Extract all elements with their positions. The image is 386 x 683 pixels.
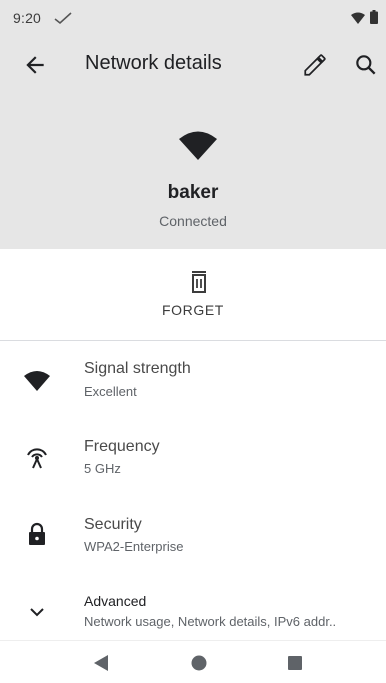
list-item-advanced[interactable]: Advanced Network usage, Network details,…	[0, 576, 386, 640]
list-item-signal-strength[interactable]: Signal strength Excellent	[0, 341, 386, 419]
forget-button[interactable]: FORGET	[0, 249, 386, 341]
wifi-icon	[351, 12, 365, 24]
pencil-icon[interactable]	[302, 52, 328, 78]
lock-icon	[29, 522, 45, 545]
wifi-signal-icon	[24, 371, 50, 391]
chevron-down-icon	[30, 608, 44, 617]
navigation-bar	[0, 641, 386, 683]
check-icon	[54, 12, 72, 25]
page-title: Network details	[85, 52, 222, 74]
screen: 9:20 Network details baker Connected FOR…	[0, 0, 386, 683]
network-name: baker	[167, 182, 219, 203]
list-item-title: Advanced	[84, 593, 147, 609]
battery-icon	[370, 10, 378, 24]
nav-home-icon[interactable]	[191, 655, 207, 671]
wifi-icon	[179, 131, 217, 160]
status-time: 9:20	[13, 10, 42, 26]
list-item-subtitle: Network usage, Network details, IPv6 add…	[84, 614, 337, 629]
list-item-subtitle: 5 GHz	[84, 461, 121, 476]
list-item-security[interactable]: Security WPA2-Enterprise	[0, 497, 386, 575]
arrow-back-icon[interactable]	[22, 52, 48, 78]
nav-recents-icon[interactable]	[288, 656, 302, 670]
list-item-title: Signal strength	[84, 360, 191, 377]
list-item-title: Frequency	[84, 438, 160, 455]
antenna-icon	[27, 448, 47, 469]
connection-status: Connected	[159, 213, 227, 229]
list-item-title: Security	[84, 516, 142, 533]
list-item-subtitle: Excellent	[84, 384, 137, 399]
forget-label: FORGET	[162, 302, 224, 318]
header: 9:20 Network details baker Connected	[0, 0, 386, 249]
list-item-frequency[interactable]: Frequency 5 GHz	[0, 419, 386, 497]
list-item-subtitle: WPA2-Enterprise	[84, 539, 184, 554]
status-bar: 9:20	[0, 0, 386, 34]
nav-back-icon[interactable]	[94, 655, 108, 671]
trash-icon	[192, 271, 206, 293]
search-icon[interactable]	[353, 52, 379, 78]
app-bar: Network details	[0, 40, 386, 88]
